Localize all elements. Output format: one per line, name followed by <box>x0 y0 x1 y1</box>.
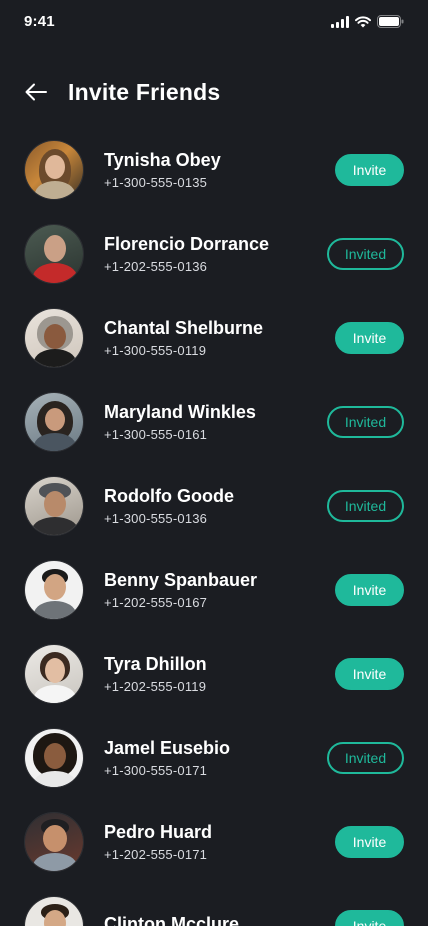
contact-row: Tyra Dhillon +1-202-555-0119 Invite <box>24 632 404 716</box>
invite-button[interactable]: Invite <box>335 910 404 926</box>
invite-button[interactable]: Invite <box>335 154 404 186</box>
contact-name: Rodolfo Goode <box>104 486 234 506</box>
avatar <box>24 896 84 926</box>
cellular-signal-icon <box>331 15 349 28</box>
avatar <box>24 308 84 368</box>
header: Invite Friends <box>24 74 404 110</box>
contact-row: Benny Spanbauer +1-202-555-0167 Invite <box>24 548 404 632</box>
invite-button[interactable]: Invite <box>335 574 404 606</box>
avatar <box>24 644 84 704</box>
avatar <box>24 476 84 536</box>
status-time: 9:41 <box>24 13 55 30</box>
avatar <box>24 728 84 788</box>
contact-name: Jamel Eusebio <box>104 738 231 758</box>
avatar <box>24 392 84 452</box>
invite-friends-screen: 9:41 Invite Friends Tynisha Obey +1-300-… <box>0 0 428 926</box>
contact-phone: +1-202-555-0167 <box>104 595 208 610</box>
arrow-left-icon <box>25 83 47 101</box>
contact-name: Maryland Winkles <box>104 402 256 422</box>
contact-row: Tynisha Obey +1-300-555-0135 Invite <box>24 128 404 212</box>
contact-phone: +1-300-555-0171 <box>104 763 208 778</box>
page-title: Invite Friends <box>68 78 221 105</box>
contact-name: Benny Spanbauer <box>104 570 258 590</box>
avatar <box>24 812 84 872</box>
contact-phone: +1-202-555-0171 <box>104 847 208 862</box>
contact-row: Clinton Mcclure Invite <box>24 884 404 926</box>
contact-row: Rodolfo Goode +1-300-555-0136 Invited <box>24 464 404 548</box>
contact-phone: +1-202-555-0136 <box>104 259 208 274</box>
contact-list: Tynisha Obey +1-300-555-0135 Invite Flor… <box>24 128 404 926</box>
contact-name: Chantal Shelburne <box>104 318 264 338</box>
battery-icon <box>377 15 404 28</box>
invite-button[interactable]: Invited <box>327 238 404 270</box>
contact-row: Jamel Eusebio +1-300-555-0171 Invited <box>24 716 404 800</box>
wifi-icon <box>355 15 371 28</box>
invite-button[interactable]: Invited <box>327 742 404 774</box>
contact-row: Chantal Shelburne +1-300-555-0119 Invite <box>24 296 404 380</box>
status-bar: 9:41 <box>0 0 428 44</box>
invite-button[interactable]: Invite <box>335 322 404 354</box>
contact-name: Pedro Huard <box>104 822 213 842</box>
invite-button[interactable]: Invite <box>335 826 404 858</box>
contact-row: Pedro Huard +1-202-555-0171 Invite <box>24 800 404 884</box>
contact-name: Clinton Mcclure <box>104 914 240 926</box>
invite-button[interactable]: Invite <box>335 658 404 690</box>
contact-phone: +1-300-555-0136 <box>104 511 208 526</box>
contact-phone: +1-300-555-0135 <box>104 175 208 190</box>
contact-row: Maryland Winkles +1-300-555-0161 Invited <box>24 380 404 464</box>
contact-name: Tynisha Obey <box>104 150 221 170</box>
avatar <box>24 140 84 200</box>
avatar <box>24 560 84 620</box>
contact-name: Florencio Dorrance <box>104 234 270 254</box>
contact-row: Florencio Dorrance +1-202-555-0136 Invit… <box>24 212 404 296</box>
invite-button[interactable]: Invited <box>327 490 404 522</box>
avatar <box>24 224 84 284</box>
invite-button[interactable]: Invited <box>327 406 404 438</box>
contact-phone: +1-202-555-0119 <box>104 679 207 694</box>
status-icons <box>331 15 404 28</box>
contact-name: Tyra Dhillon <box>104 654 207 674</box>
contact-phone: +1-300-555-0161 <box>104 427 208 442</box>
back-button[interactable] <box>24 78 52 106</box>
contact-phone: +1-300-555-0119 <box>104 343 207 358</box>
